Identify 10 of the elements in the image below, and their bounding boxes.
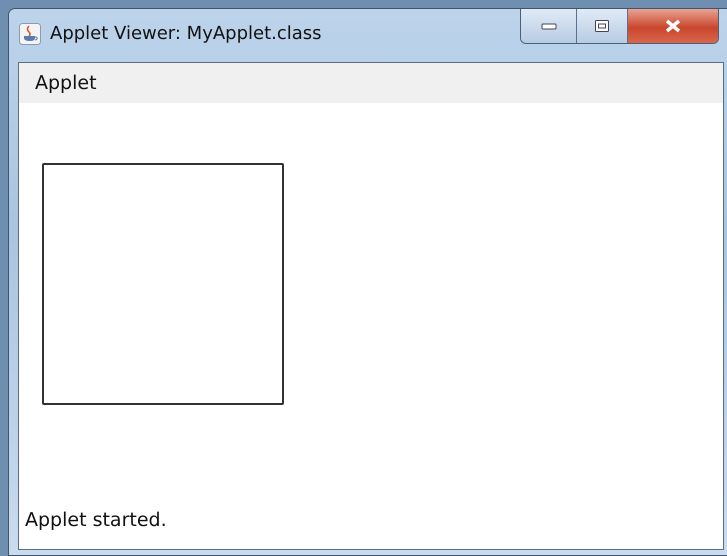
maximize-button[interactable] [577, 9, 628, 43]
minimize-button[interactable] [521, 9, 577, 43]
maximize-icon [594, 19, 610, 33]
coffee-cup-icon [19, 23, 41, 45]
close-button[interactable] [628, 9, 718, 43]
minimize-icon [540, 22, 556, 30]
window-title: Applet Viewer: MyApplet.class [50, 23, 322, 44]
close-icon [664, 19, 682, 33]
menu-item[interactable]: Applet [35, 72, 97, 94]
status-text: Applet started. [25, 509, 167, 531]
